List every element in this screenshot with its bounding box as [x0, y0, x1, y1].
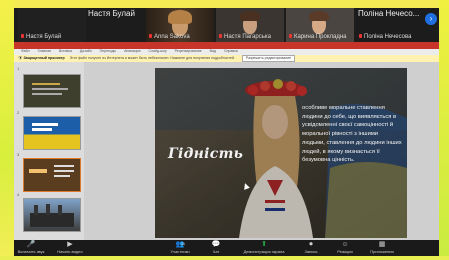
reactions-icon: ☺	[341, 241, 349, 248]
participant-tile[interactable]: Поліна Нечесова	[356, 8, 418, 42]
ribbon-tab[interactable]: Переходы	[100, 49, 116, 53]
frame-right	[439, 0, 449, 260]
apps-icon: ▦	[378, 241, 386, 248]
slide-number: 1	[17, 66, 20, 71]
microphone-icon: 🎤	[26, 241, 36, 248]
slide-number: 2	[17, 110, 20, 115]
muted-mic-icon	[359, 34, 362, 39]
protected-view-bar: 🛡 Защищенный просмотр Этот файл получен …	[14, 55, 439, 62]
video-camera-icon: ▶	[67, 241, 73, 248]
next-page-button[interactable]: ›	[425, 13, 437, 25]
slide-number: 3	[17, 152, 20, 157]
frame-left	[0, 0, 14, 260]
share-screen-button[interactable]: ⬆ Демонстрация экрана	[236, 241, 292, 254]
chat-button[interactable]: 💬 Чат	[206, 241, 226, 254]
protected-view-text: Этот файл получен из Интернета и может б…	[69, 56, 235, 60]
slide-thumbnail[interactable]	[23, 116, 81, 150]
slide-thumbnail[interactable]	[23, 198, 81, 232]
participants-count-badge: 11	[181, 241, 186, 246]
participant-tile[interactable]: Настя Пагарська	[216, 8, 284, 42]
ribbon-tab[interactable]: Анимация	[124, 49, 140, 53]
ribbon-tab[interactable]: Вставка	[59, 49, 72, 53]
ppt-title-bar	[14, 42, 439, 49]
ribbon-tab[interactable]: Главная	[38, 49, 51, 53]
muted-mic-icon	[21, 34, 24, 39]
slide-number: 4	[17, 192, 20, 197]
apps-button[interactable]: ▦ Приложения	[368, 241, 396, 254]
start-video-button[interactable]: ▶ Начать видео	[56, 241, 84, 254]
slide-title: Гідність	[168, 146, 244, 162]
muted-mic-icon	[289, 34, 292, 39]
muted-mic-icon	[219, 34, 222, 39]
protected-view-label: Защищенный просмотр	[23, 56, 65, 60]
participant-tile[interactable]: Anna Sakova	[146, 8, 214, 42]
participant-big-name: Настя Булай	[88, 9, 135, 18]
slide-thumbnail[interactable]	[23, 74, 81, 108]
reactions-button[interactable]: ☺ Реакции	[334, 241, 356, 254]
slide-body-text: особливе моральне ставлення людини до се…	[302, 105, 402, 164]
ribbon-tab[interactable]: Файл	[21, 49, 30, 53]
enable-editing-button[interactable]: Разрешить редактирование	[241, 55, 296, 62]
unmute-button[interactable]: 🎤 Включить звук	[16, 241, 46, 254]
frame-top	[0, 0, 449, 8]
participants-icon: 👥	[175, 241, 185, 248]
ribbon-tab[interactable]: Рецензирование	[175, 49, 202, 53]
chat-icon: 💬	[211, 241, 221, 248]
muted-mic-icon	[149, 34, 152, 39]
ribbon-tab[interactable]: Вид	[210, 49, 216, 53]
ribbon-tab[interactable]: Дизайн	[80, 49, 92, 53]
ribbon-tab[interactable]: Справка	[224, 49, 238, 53]
participant-tile[interactable]: Карина Прокладна	[286, 8, 354, 42]
shield-icon: 🛡	[18, 56, 23, 60]
ribbon-tab[interactable]: Слайд-шоу	[148, 49, 166, 53]
share-screen-icon: ⬆	[261, 241, 267, 248]
frame-bottom	[0, 256, 449, 260]
participant-tile[interactable]: Настя Булай	[18, 8, 86, 42]
slide-thumbnail-active[interactable]	[23, 158, 81, 192]
record-icon: ⏺	[309, 241, 313, 248]
participants-button[interactable]: 👥 Участники	[166, 241, 194, 254]
record-button[interactable]: ⏺ Запись	[300, 241, 322, 254]
